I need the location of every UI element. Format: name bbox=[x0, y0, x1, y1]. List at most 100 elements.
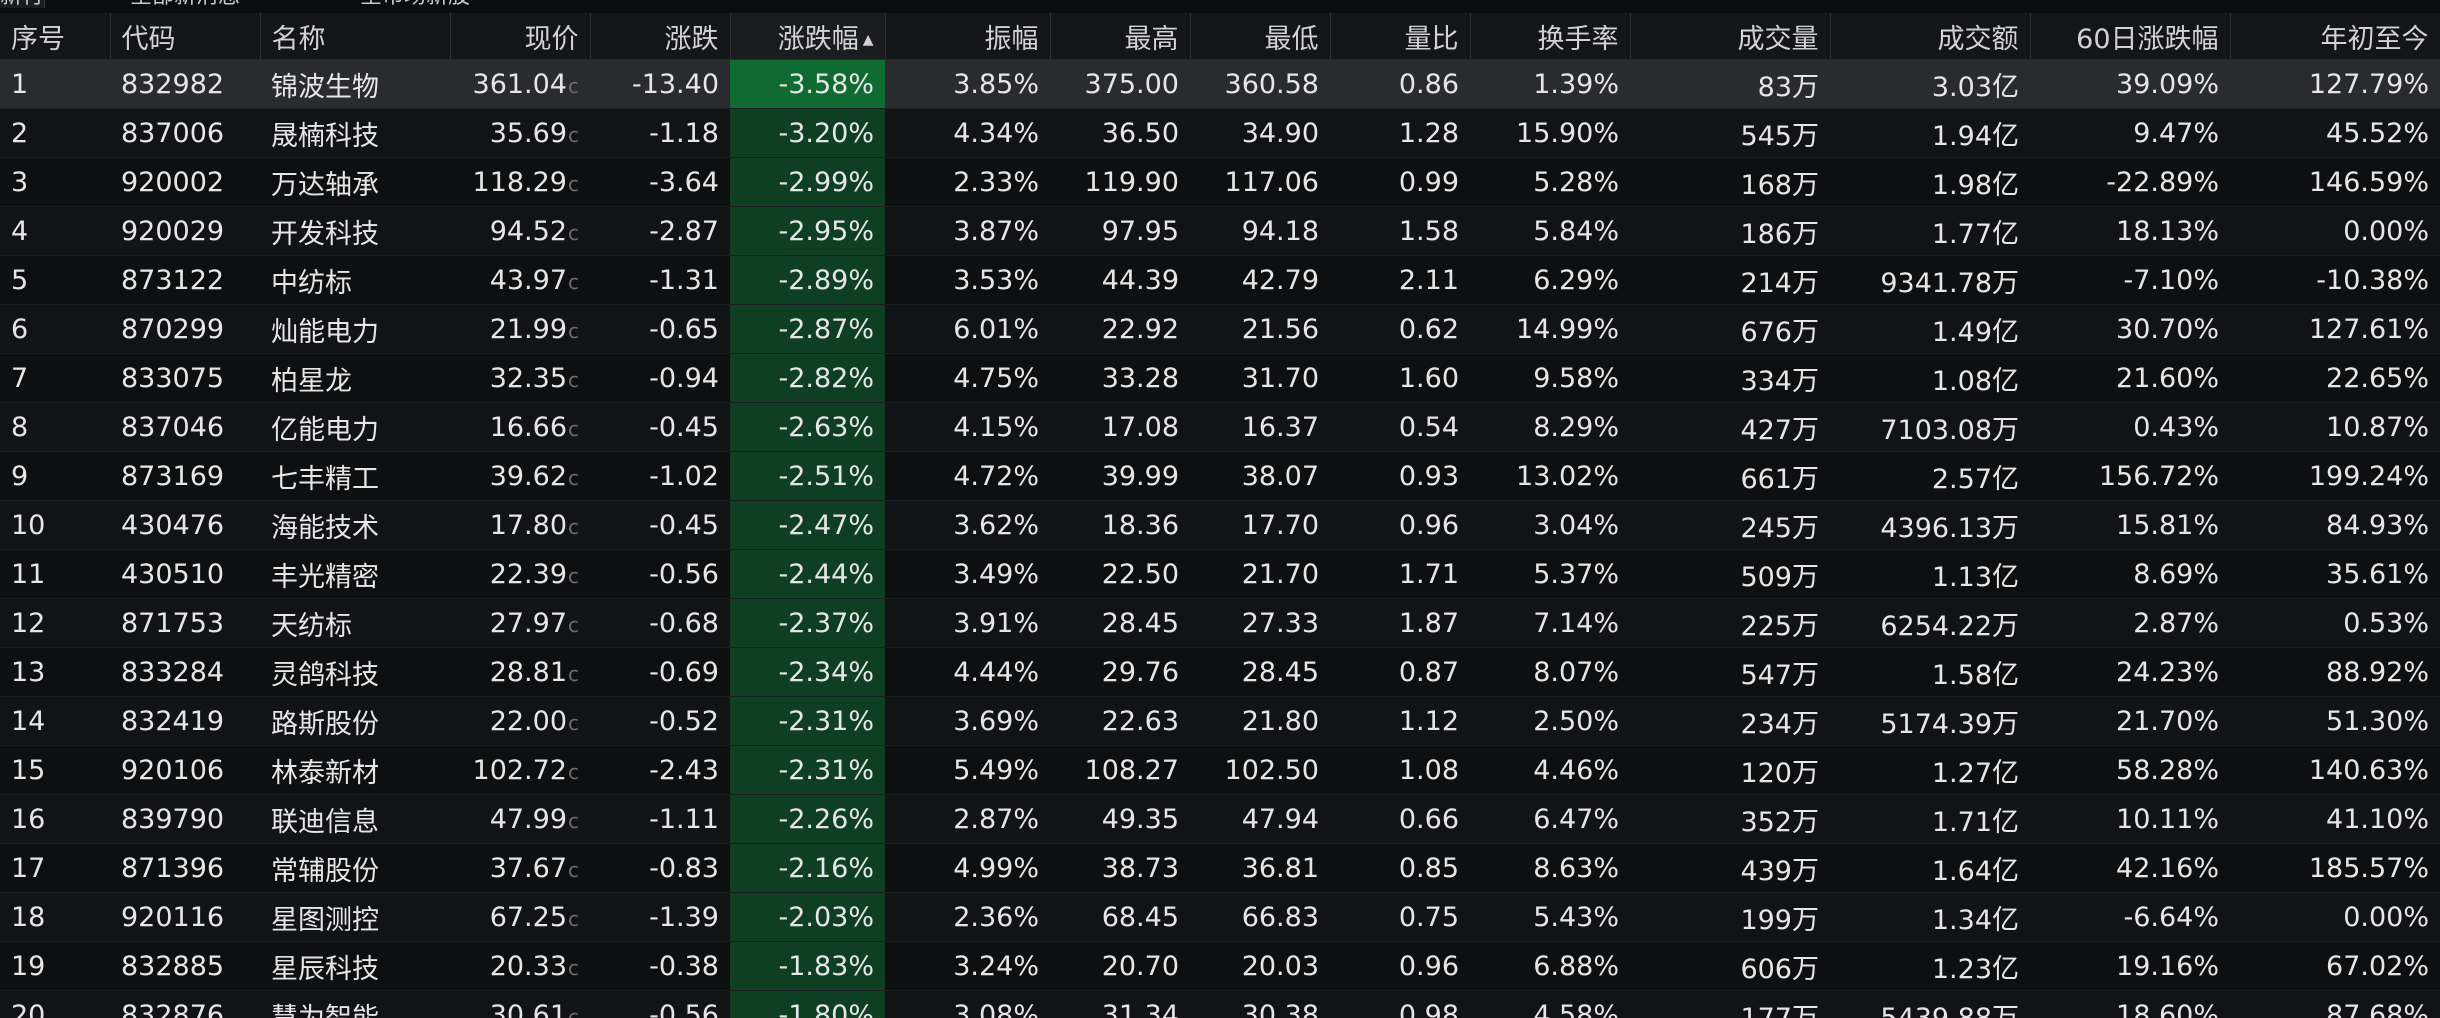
cell-volume-ratio: 1.87 bbox=[1330, 598, 1470, 648]
table-row[interactable]: 15 920106 林泰新材 102.72c -2.43 -2.31% 5.49% 108.2… bbox=[0, 745, 2440, 795]
table-row[interactable]: 12 871753 天纺标 27.97c -0.68 -2.37% 3.91% 28.45 27… bbox=[0, 598, 2440, 648]
cell-60d-change: 9.47% bbox=[2030, 108, 2230, 158]
col-header-code[interactable]: 代码 bbox=[110, 13, 261, 60]
table-row[interactable]: 18 920116 星图测控 67.25c -1.39 -2.03% 2.36% 68.45 6… bbox=[0, 892, 2440, 942]
cell-turnover-rate: 6.47% bbox=[1470, 794, 1630, 844]
cell-change: -1.31 bbox=[590, 255, 730, 305]
table-row[interactable]: 16 839790 联迪信息 47.99c -1.11 -2.26% 2.87% 49.35 4… bbox=[0, 794, 2440, 844]
cell-turnover-rate: 8.29% bbox=[1470, 402, 1630, 452]
col-header-high[interactable]: 最高 bbox=[1050, 13, 1191, 60]
cell-change-pct: -2.89% bbox=[730, 255, 885, 305]
col-header-ytd-change[interactable]: 年初至今 bbox=[2230, 13, 2440, 60]
cell-change: -0.45 bbox=[590, 500, 730, 550]
col-header-amplitude[interactable]: 振幅 bbox=[885, 13, 1051, 60]
cell-amplitude: 3.85% bbox=[885, 59, 1050, 109]
cell-name: 联迪信息 bbox=[260, 794, 450, 844]
cell-index: 6 bbox=[0, 304, 110, 354]
cell-code: 833075 bbox=[110, 353, 260, 403]
table-row[interactable]: 6 870299 灿能电力 21.99c -0.65 -2.87% 6.01% 22.92 21… bbox=[0, 304, 2440, 354]
cell-amplitude: 2.36% bbox=[885, 892, 1050, 942]
cell-volume-ratio: 0.85 bbox=[1330, 843, 1470, 893]
cell-volume: 83万 bbox=[1630, 59, 1830, 109]
col-header-name[interactable]: 名称 bbox=[260, 13, 451, 60]
table-row[interactable]: 5 873122 中纺标 43.97c -1.31 -2.89% 3.53% 44.39 42.… bbox=[0, 255, 2440, 305]
tab-1[interactable]: 全部新消息 bbox=[130, 0, 240, 8]
cell-turnover-rate: 7.14% bbox=[1470, 598, 1630, 648]
cell-turnover-rate: 9.58% bbox=[1470, 353, 1630, 403]
cell-high: 49.35 bbox=[1050, 794, 1190, 844]
cell-turnover-rate: 4.58% bbox=[1470, 990, 1630, 1018]
cell-index: 8 bbox=[0, 402, 110, 452]
cell-high: 33.28 bbox=[1050, 353, 1190, 403]
tab-2[interactable]: 全市场新股 bbox=[360, 0, 470, 8]
cell-amount: 1.94亿 bbox=[1830, 108, 2030, 158]
cell-name: 星图测控 bbox=[260, 892, 450, 942]
cell-volume-ratio: 0.93 bbox=[1330, 451, 1470, 501]
table-row[interactable]: 9 873169 七丰精工 39.62c -1.02 -2.51% 4.72% 39.99 38… bbox=[0, 451, 2440, 501]
cell-amplitude: 5.49% bbox=[885, 745, 1050, 795]
col-header-low[interactable]: 最低 bbox=[1190, 13, 1331, 60]
cell-change-pct: -2.37% bbox=[730, 598, 885, 648]
cell-index: 13 bbox=[0, 647, 110, 697]
cell-volume-ratio: 0.86 bbox=[1330, 59, 1470, 109]
cell-change: -2.43 bbox=[590, 745, 730, 795]
cell-code: 920116 bbox=[110, 892, 260, 942]
col-header-index[interactable]: 序号 bbox=[0, 13, 111, 60]
cell-index: 3 bbox=[0, 157, 110, 207]
table-row[interactable]: 11 430510 丰光精密 22.39c -0.56 -2.44% 3.49% 22.50 2… bbox=[0, 549, 2440, 599]
table-row[interactable]: 13 833284 灵鸽科技 28.81c -0.69 -2.34% 4.44% 29.76 2… bbox=[0, 647, 2440, 697]
col-header-volume[interactable]: 成交量 bbox=[1630, 13, 1831, 60]
col-header-turnover-rate[interactable]: 换手率 bbox=[1470, 13, 1631, 60]
cell-change-pct: -1.80% bbox=[730, 990, 885, 1018]
table-row[interactable]: 10 430476 海能技术 17.80c -0.45 -2.47% 3.62% 18.36 1… bbox=[0, 500, 2440, 550]
cell-change: -0.94 bbox=[590, 353, 730, 403]
cell-ytd-change: 140.63% bbox=[2230, 745, 2440, 795]
sort-ascending-icon: ▲ bbox=[862, 31, 874, 48]
table-row[interactable]: 4 920029 开发科技 94.52c -2.87 -2.95% 3.87% 97.95 94… bbox=[0, 206, 2440, 256]
table-row[interactable]: 17 871396 常辅股份 37.67c -0.83 -2.16% 4.99% 38.73 3… bbox=[0, 843, 2440, 893]
table-row[interactable]: 8 837046 亿能电力 16.66c -0.45 -2.63% 4.15% 17.08 16… bbox=[0, 402, 2440, 452]
cell-low: 21.80 bbox=[1190, 696, 1330, 746]
cell-low: 94.18 bbox=[1190, 206, 1330, 256]
cell-amount: 1.58亿 bbox=[1830, 647, 2030, 697]
cell-volume: 199万 bbox=[1630, 892, 1830, 942]
cell-volume-ratio: 0.62 bbox=[1330, 304, 1470, 354]
table-row[interactable]: 3 920002 万达轴承 118.29c -3.64 -2.99% 2.33% 119.90… bbox=[0, 157, 2440, 207]
cell-low: 47.94 bbox=[1190, 794, 1330, 844]
cell-amount: 9341.78万 bbox=[1830, 255, 2030, 305]
table-row[interactable]: 14 832419 路斯股份 22.00c -0.52 -2.31% 3.69% 22.63 2… bbox=[0, 696, 2440, 746]
cell-ytd-change: 87.68% bbox=[2230, 990, 2440, 1018]
col-header-60d-change[interactable]: 60日涨跌幅 bbox=[2030, 13, 2231, 60]
table-row[interactable]: 7 833075 柏星龙 32.35c -0.94 -2.82% 4.75% 33.28 31.… bbox=[0, 353, 2440, 403]
cell-60d-change: 8.69% bbox=[2030, 549, 2230, 599]
table-row[interactable]: 20 832876 慧为智能 30.61c -0.56 -1.80% 3.08% 31.34 3… bbox=[0, 990, 2440, 1018]
cell-low: 30.38 bbox=[1190, 990, 1330, 1018]
col-header-change[interactable]: 涨跌 bbox=[590, 13, 731, 60]
col-header-change-pct[interactable]: 涨跌幅 ▲ bbox=[730, 13, 886, 60]
table-row[interactable]: 19 832885 星辰科技 20.33c -0.38 -1.83% 3.24% 20.70 2… bbox=[0, 941, 2440, 991]
price-suffix: c bbox=[568, 514, 579, 539]
cell-amplitude: 6.01% bbox=[885, 304, 1050, 354]
cell-code: 430476 bbox=[110, 500, 260, 550]
cell-volume-ratio: 0.75 bbox=[1330, 892, 1470, 942]
col-header-amount[interactable]: 成交额 bbox=[1830, 13, 2031, 60]
cell-amount: 2.57亿 bbox=[1830, 451, 2030, 501]
top-tab-strip: 新行 全部新消息 全市场新股 bbox=[0, 0, 2440, 8]
price-value: 22.00 bbox=[489, 705, 567, 737]
cell-amplitude: 4.99% bbox=[885, 843, 1050, 893]
tab-0[interactable]: 新行 bbox=[0, 0, 46, 8]
cell-60d-change: 21.70% bbox=[2030, 696, 2230, 746]
cell-name: 七丰精工 bbox=[260, 451, 450, 501]
cell-amount: 6254.22万 bbox=[1830, 598, 2030, 648]
cell-amount: 1.23亿 bbox=[1830, 941, 2030, 991]
col-header-volume-ratio[interactable]: 量比 bbox=[1330, 13, 1471, 60]
cell-volume-ratio: 0.87 bbox=[1330, 647, 1470, 697]
col-header-price[interactable]: 现价 bbox=[450, 13, 591, 60]
cell-high: 36.50 bbox=[1050, 108, 1190, 158]
cell-high: 68.45 bbox=[1050, 892, 1190, 942]
table-row[interactable]: 1 832982 锦波生物 361.04c -13.40 -3.58% 3.85% 375.0… bbox=[0, 59, 2440, 109]
cell-amount: 5174.39万 bbox=[1830, 696, 2030, 746]
table-row[interactable]: 2 837006 晟楠科技 35.69c -1.18 -3.20% 4.34% 36.50 34… bbox=[0, 108, 2440, 158]
cell-change-pct: -1.83% bbox=[730, 941, 885, 991]
price-value: 47.99 bbox=[489, 803, 567, 835]
